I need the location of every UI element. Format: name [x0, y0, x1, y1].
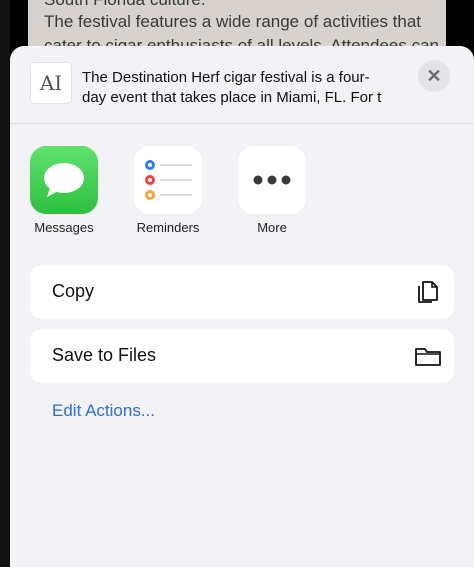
- app-label: Messages: [34, 220, 94, 235]
- phone-bezel-left: [0, 0, 10, 567]
- share-preview-text: The Destination Herf cigar festival is a…: [82, 68, 382, 108]
- preview-icon-label: AI: [39, 71, 63, 95]
- more-icon: [238, 146, 306, 214]
- preview-line-1: The Destination Herf cigar festival is a…: [82, 69, 370, 86]
- copy-icon: [418, 281, 438, 303]
- preview-line-2: day event that takes place in Miami, FL.…: [82, 89, 382, 106]
- copy-action[interactable]: Copy: [30, 265, 454, 319]
- share-app-reminders[interactable]: Reminders: [133, 146, 203, 235]
- document-line: South Florida culture.: [44, 0, 206, 10]
- share-sheet: AI The Destination Herf cigar festival i…: [10, 46, 474, 567]
- folder-icon: [415, 348, 441, 366]
- copy-label: Copy: [52, 281, 95, 301]
- share-app-messages[interactable]: Messages: [29, 146, 99, 235]
- close-button[interactable]: ✕: [418, 60, 450, 92]
- save-to-files-label: Save to Files: [52, 345, 157, 365]
- save-to-files-action[interactable]: Save to Files: [30, 329, 454, 383]
- reminders-icon: [134, 146, 202, 214]
- share-app-more[interactable]: More: [237, 146, 307, 235]
- app-label: Reminders: [136, 220, 200, 235]
- document-line: The festival features a wide range of ac…: [44, 12, 422, 31]
- text-document-icon: AI: [30, 62, 72, 104]
- edit-actions-link[interactable]: Edit Actions...: [52, 401, 155, 421]
- app-label: More: [257, 220, 287, 235]
- close-icon: ✕: [426, 65, 442, 86]
- header-divider: [10, 123, 474, 124]
- messages-icon: [30, 146, 98, 214]
